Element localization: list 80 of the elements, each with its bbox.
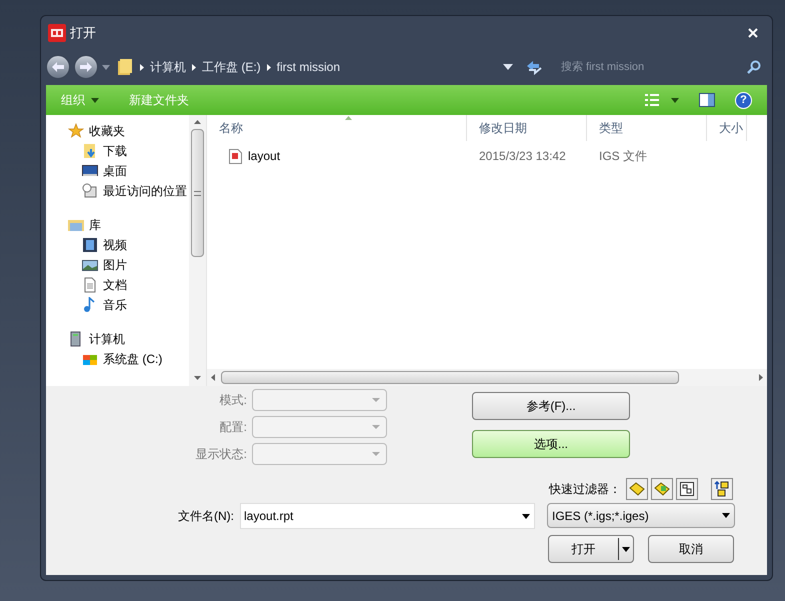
sidebar-item[interactable]: 下载 [68, 141, 189, 161]
app-logo-icon [48, 24, 66, 42]
dropdown-caret-icon [722, 513, 730, 518]
column-header[interactable]: 大小 [719, 119, 743, 137]
file-name[interactable]: layout [248, 147, 280, 165]
forward-button[interactable] [74, 55, 98, 79]
top-level-filter-button[interactable] [711, 478, 733, 500]
sheet-layout-icon [680, 482, 694, 496]
scrollbar-thumb[interactable] [191, 129, 204, 257]
film-icon [82, 237, 98, 253]
library-folder-icon [68, 217, 84, 233]
monitor-icon [82, 163, 98, 179]
hierarchy-blocks-icon [714, 481, 730, 497]
option-label: 模式: [218, 392, 247, 409]
file-name-label: 文件名(N): [178, 508, 234, 525]
sort-arrow-icon [345, 116, 352, 120]
scrollbar-thumb[interactable] [221, 371, 679, 384]
quick-filter-label: 快速过滤器： [549, 481, 621, 498]
option-label: 配置: [218, 419, 247, 436]
right-arrow-icon[interactable] [759, 374, 763, 381]
left-arrow-icon [52, 62, 64, 72]
breadcrumb-item[interactable]: 计算机 [150, 58, 186, 76]
file-icon [229, 148, 242, 164]
up-arrow-icon[interactable] [194, 120, 201, 124]
sidebar-item[interactable]: 视频 [68, 235, 189, 255]
options-button[interactable]: 选项... [472, 430, 630, 458]
assembly-filter-button[interactable] [651, 478, 673, 500]
sidebar-item[interactable]: 图片 [68, 255, 189, 275]
assembly-block-icon [654, 482, 670, 496]
dropdown-caret-icon[interactable] [522, 514, 530, 519]
right-arrow-icon [80, 62, 92, 72]
help-button[interactable]: ? [735, 92, 752, 108]
download-folder-icon [82, 143, 98, 159]
sidebar-item[interactable]: 音乐 [68, 295, 189, 315]
vertical-scrollbar[interactable] [189, 115, 206, 386]
chevron-icon[interactable] [192, 64, 196, 70]
down-arrow-icon[interactable] [194, 376, 201, 380]
back-button[interactable] [46, 55, 70, 79]
dropdown-caret-icon [503, 64, 513, 70]
part-block-icon [629, 482, 645, 496]
dropdown-caret-icon [622, 546, 630, 552]
column-header[interactable]: 类型 [599, 119, 623, 137]
sidebar-item[interactable]: 桌面 [68, 161, 189, 181]
chevron-icon[interactable] [266, 64, 271, 70]
sidebar-item[interactable]: 收藏夹 [68, 121, 189, 141]
cancel-button[interactable]: 取消 [648, 535, 734, 563]
document-icon [82, 277, 98, 293]
preview-pane-icon[interactable] [699, 93, 715, 107]
close-icon [748, 28, 758, 38]
view-caret-icon[interactable] [671, 98, 679, 102]
picture-icon [82, 257, 98, 273]
folder-icon [118, 59, 132, 75]
date-cell: 2015/3/23 13:42 [479, 149, 566, 163]
star-icon [68, 123, 84, 139]
drawing-filter-button[interactable] [676, 478, 698, 500]
sidebar-item[interactable]: 系统盘 (C:) [68, 349, 189, 369]
type-cell: IGS 文件 [599, 149, 648, 163]
sidebar-item[interactable]: 最近访问的位置 [68, 181, 189, 201]
column-header[interactable]: 修改日期 [479, 119, 527, 137]
references-button[interactable]: 参考(F)... [472, 392, 630, 420]
sidebar-item[interactable]: 库 [68, 215, 189, 235]
caret-icon[interactable] [91, 98, 99, 102]
file-name-field[interactable]: layout.rpt [240, 503, 535, 529]
file-type-dropdown[interactable]: IGES (*.igs;*.iges) [547, 503, 735, 528]
search-icon[interactable] [747, 60, 761, 74]
part-filter-button[interactable] [626, 478, 648, 500]
sidebar-item[interactable]: 计算机 [68, 329, 189, 349]
option-label: 显示状态: [194, 446, 247, 463]
refresh-icon[interactable] [525, 59, 543, 75]
breadcrumb-item[interactable]: 工作盘 (E:) [202, 58, 261, 76]
search-field[interactable]: 搜索 first mission [553, 56, 743, 78]
open-button[interactable]: 打开 [548, 535, 634, 563]
window-title: 打开 [70, 24, 96, 42]
chevron-icon[interactable] [140, 64, 144, 70]
breadcrumb-item[interactable]: first mission [276, 58, 340, 76]
column-header[interactable]: 名称 [219, 119, 243, 137]
caret-icon [102, 64, 110, 70]
sidebar-item[interactable]: 文档 [68, 275, 189, 295]
horizontal-scrollbar[interactable] [207, 369, 767, 386]
left-arrow-icon[interactable] [211, 374, 215, 381]
